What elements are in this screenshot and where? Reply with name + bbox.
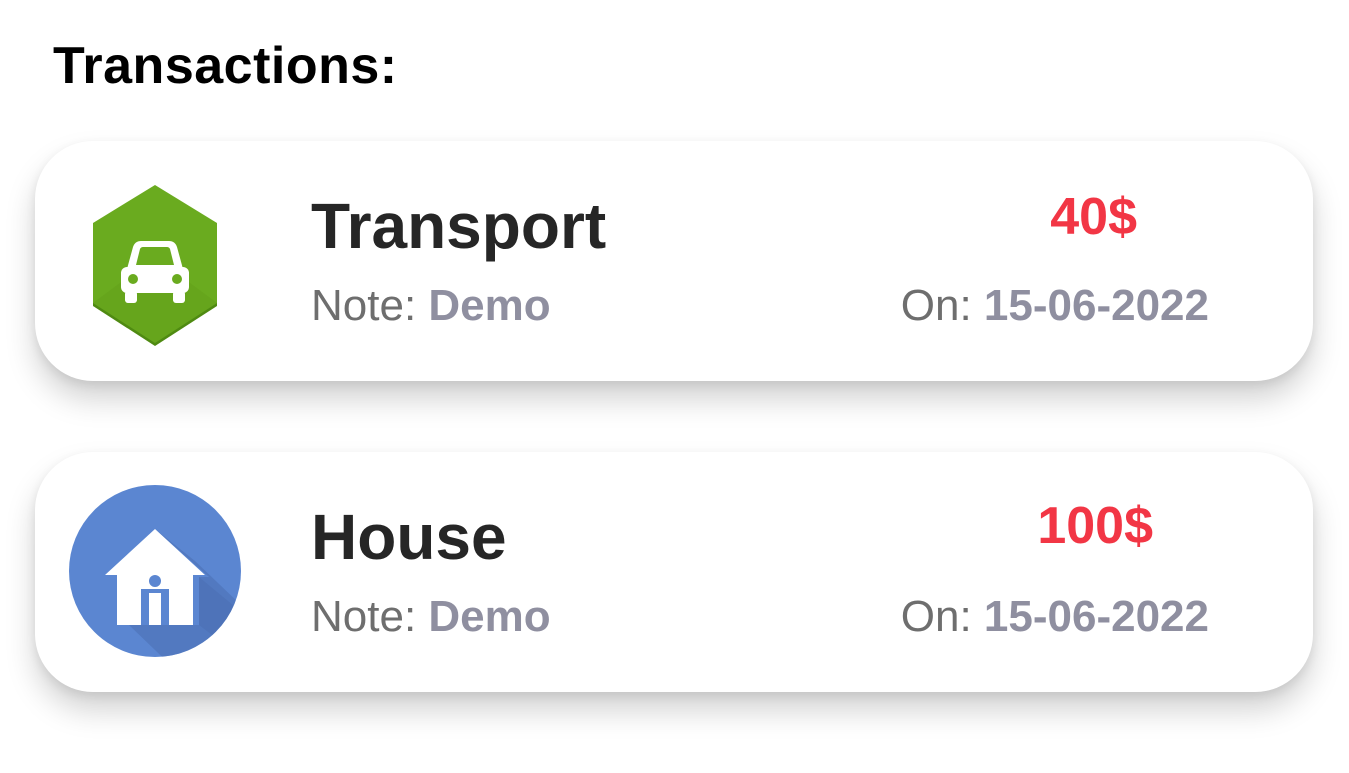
note-value: Demo [428,281,551,330]
transaction-date: On: 15-06-2022 [901,281,1209,331]
house-icon [69,485,241,657]
transaction-amount: 40$ [1050,188,1137,246]
transaction-card-transport[interactable]: Transport Note: Demo 40$ On: 15-06-2022 [35,141,1313,381]
date-label: On: [900,592,972,641]
transaction-date: On: 15-06-2022 [901,592,1209,642]
date-label: On: [900,281,972,330]
date-value: 15-06-2022 [983,592,1209,641]
transaction-note: Note: Demo [311,592,551,642]
date-value: 15-06-2022 [983,281,1209,330]
note-label: Note: [311,592,417,641]
transaction-category: House [311,501,507,573]
transaction-card-house[interactable]: House Note: Demo 100$ On: 15-06-2022 [35,452,1313,692]
note-label: Note: [311,281,417,330]
transactions-screen: Transactions: Transport Note: Demo 40$ O… [0,0,1349,773]
note-value: Demo [428,592,551,641]
car-icon [93,185,217,346]
transaction-category: Transport [311,190,607,262]
transaction-amount: 100$ [1037,497,1153,555]
page-title: Transactions: [53,37,398,95]
transaction-note: Note: Demo [311,281,551,331]
